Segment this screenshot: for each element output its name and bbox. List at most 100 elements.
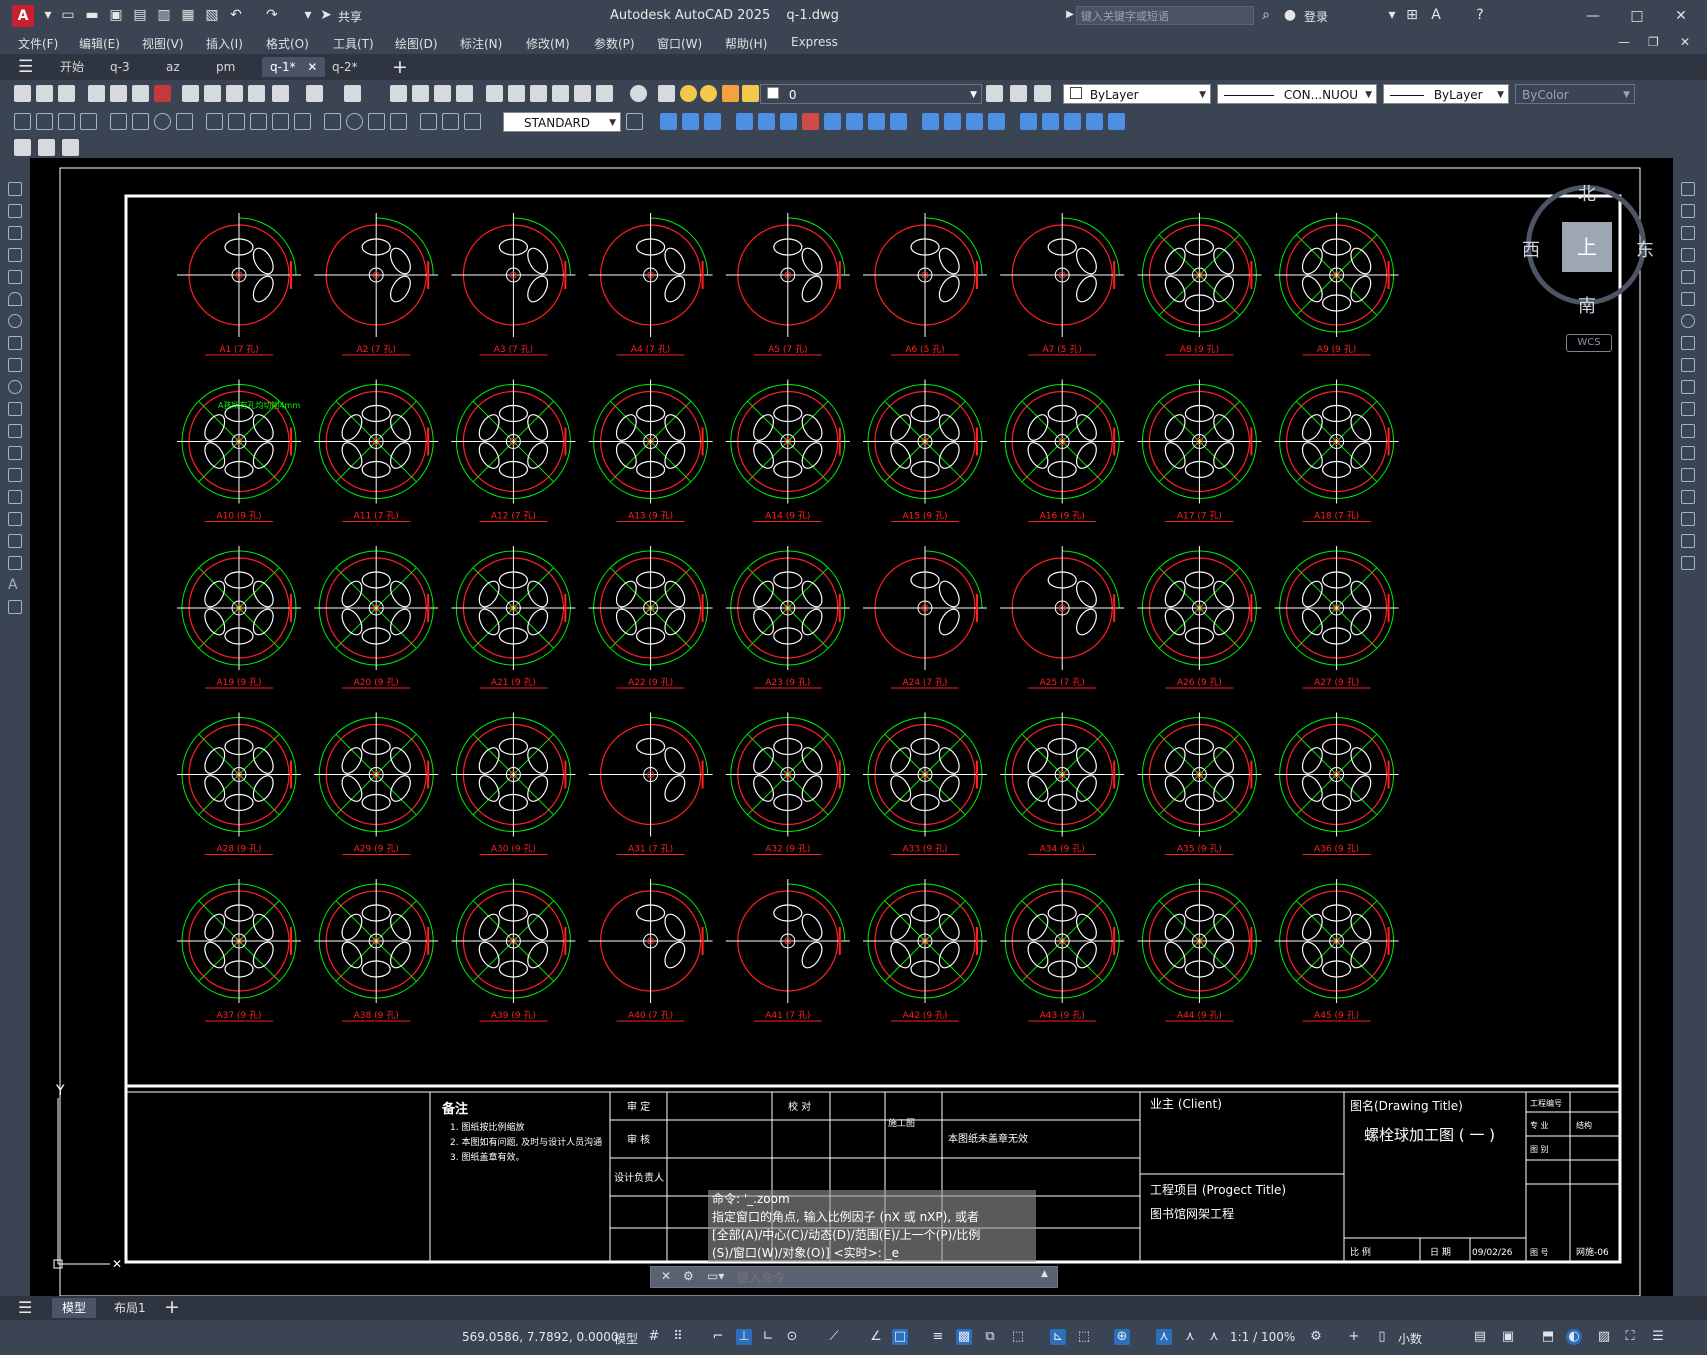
command-input[interactable] [735, 1269, 1039, 1287]
copy-icon[interactable] [204, 85, 221, 102]
menu-modify[interactable]: 修改(M) [526, 35, 570, 52]
layer-dropdown[interactable]: 0 ▼ [760, 84, 982, 104]
layer-states-icon[interactable] [1034, 85, 1051, 102]
array-icon[interactable] [1681, 270, 1695, 284]
model-space-toggle[interactable]: 模型 [614, 1330, 638, 1347]
new-layout-icon[interactable]: + [164, 1296, 180, 1318]
rectangle-icon[interactable] [8, 270, 22, 284]
menu-window[interactable]: 窗口(W) [657, 35, 702, 52]
doc-minimize-button[interactable]: — [1618, 35, 1630, 49]
workspace-gear-icon[interactable]: ⚙ [1308, 1329, 1324, 1345]
blend-curves-icon[interactable] [1681, 534, 1695, 548]
separate-icon[interactable] [1086, 113, 1103, 130]
tab-q1[interactable]: q-1* ✕ [262, 57, 326, 77]
dimension-space-icon[interactable] [272, 113, 289, 130]
doc-restore-button[interactable]: ❐ [1648, 35, 1659, 49]
ellipse-icon[interactable] [8, 380, 22, 394]
snap-icon[interactable]: ⠿ [670, 1329, 686, 1345]
selection-filter-icon[interactable]: ⬚ [1076, 1329, 1092, 1345]
annotation-scale-value[interactable]: 1:1 / 100% [1230, 1330, 1295, 1344]
coordinates-readout[interactable]: 569.0586, 7.7892, 0.0000 [462, 1330, 619, 1344]
gradient-icon[interactable] [8, 512, 22, 526]
radius-icon[interactable] [110, 113, 127, 130]
copy-object-icon[interactable] [1681, 204, 1695, 218]
zoom-window-icon[interactable] [434, 85, 451, 102]
arc-length-icon[interactable] [58, 113, 75, 130]
tab-q2[interactable]: q-2* [324, 57, 366, 77]
trim-icon[interactable] [1681, 380, 1695, 394]
undo-icon[interactable]: ↶ [228, 7, 244, 23]
chevron-up-icon[interactable]: ▲ [1041, 1269, 1048, 1279]
dynamic-ucs-icon[interactable]: ⊾ [1050, 1329, 1066, 1345]
units-value[interactable]: 小数 [1398, 1330, 1422, 1347]
polar-tracking-icon[interactable]: ⊙ [784, 1329, 800, 1345]
ordinate-icon[interactable] [80, 113, 97, 130]
export-icon[interactable]: ▦ [180, 7, 196, 23]
zoom-previous-icon[interactable] [456, 85, 473, 102]
lineweight-icon[interactable]: ≡ [930, 1329, 946, 1345]
dropdown-icon[interactable]: ▾ [1384, 7, 1400, 23]
tolerance-icon[interactable] [324, 113, 341, 130]
dimension-text-edit-icon[interactable] [442, 113, 459, 130]
subtract-icon[interactable] [758, 113, 775, 130]
save-as-icon[interactable]: ▤ [132, 7, 148, 23]
object-snap-icon[interactable]: □ [892, 1329, 908, 1345]
close-button[interactable]: ✕ [1666, 5, 1696, 27]
stretch-icon[interactable] [1681, 358, 1695, 372]
menu-format[interactable]: 格式(O) [266, 35, 309, 52]
command-prompt-icon[interactable]: ▭▾ [707, 1269, 724, 1283]
open-folder-icon[interactable]: ▬ [84, 7, 100, 23]
app-menu-button[interactable]: A [12, 5, 34, 27]
copy-faces-icon[interactable] [1020, 113, 1037, 130]
viewcube-north[interactable]: 北 [1578, 180, 1596, 206]
wcs-menu[interactable]: WCS [1566, 334, 1612, 352]
move-faces-icon[interactable] [890, 113, 907, 130]
taper-faces-icon[interactable] [988, 113, 1005, 130]
redo-icon[interactable] [344, 85, 361, 102]
cut-icon[interactable] [182, 85, 199, 102]
hatch-icon[interactable] [8, 490, 22, 504]
attribute-icon[interactable] [14, 139, 31, 156]
customize-icon[interactable]: ▾ [300, 7, 316, 23]
dimension-style-icon[interactable] [626, 113, 643, 130]
infer-constraints-icon[interactable]: ⌐ [710, 1329, 726, 1345]
isometric-icon[interactable]: ⟋ [826, 1329, 842, 1345]
dimension-update-icon[interactable] [464, 113, 481, 130]
menu-help[interactable]: 帮助(H) [725, 35, 767, 52]
menu-file[interactable]: 文件(F) [18, 35, 58, 52]
units-icon[interactable]: ▯ [1374, 1329, 1390, 1345]
hardware-acceleration-icon[interactable]: ◐ [1566, 1329, 1582, 1345]
minimize-button[interactable]: — [1578, 5, 1608, 27]
extrude-faces-icon[interactable] [868, 113, 885, 130]
ellipse-arc-icon[interactable] [8, 402, 22, 416]
clean-screen-icon[interactable]: ▨ [1596, 1329, 1612, 1345]
layer-properties-icon[interactable] [658, 85, 675, 102]
publish-icon[interactable]: ▥ [156, 7, 172, 23]
new-icon[interactable] [14, 85, 31, 102]
preview-icon[interactable] [110, 85, 127, 102]
dimension-style-dropdown[interactable]: STANDARD ▼ [503, 112, 621, 132]
sheet-icon[interactable] [38, 139, 55, 156]
aligned-dimension-icon[interactable] [36, 113, 53, 130]
new-tab-icon[interactable]: + [392, 56, 408, 78]
fillet-icon[interactable] [1681, 512, 1695, 526]
cart-icon[interactable]: ⊞ [1404, 7, 1420, 23]
save-icon[interactable]: ▣ [108, 7, 124, 23]
construction-line-icon[interactable] [8, 204, 22, 218]
undo-icon[interactable] [306, 85, 323, 102]
tab-menu-icon[interactable]: ☰ [18, 57, 33, 77]
annotation-scale-icon[interactable]: ⋏ [1206, 1329, 1222, 1345]
menu-edit[interactable]: 编辑(E) [79, 35, 120, 52]
zoom-realtime-icon[interactable] [412, 85, 429, 102]
tab-pm[interactable]: pm [208, 57, 243, 77]
layer-icon[interactable] [62, 139, 79, 156]
menu-tools[interactable]: 工具(T) [333, 35, 374, 52]
open-icon[interactable] [36, 85, 53, 102]
viewcube-top-face[interactable]: 上 [1562, 222, 1612, 272]
plot-icon[interactable] [88, 85, 105, 102]
linetype-dropdown[interactable]: CON...NUOU ▼ [1217, 84, 1377, 104]
pdf-icon[interactable] [154, 85, 171, 102]
jogged-icon[interactable] [132, 113, 149, 130]
polyline-icon[interactable] [8, 226, 22, 240]
drawing-canvas[interactable]: A1 (7 孔) A2 (7 孔) A3 (7 孔) A4 (7 孔) A5 (7 孔)… [30, 158, 1673, 1296]
